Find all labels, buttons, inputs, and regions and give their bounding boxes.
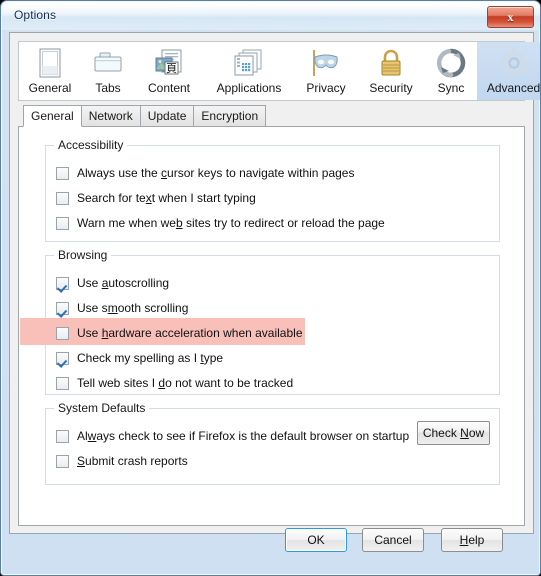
checkbox-label: Always use the cursor keys to navigate w… xyxy=(77,166,355,180)
security-lock-icon xyxy=(371,46,411,80)
category-tab-content[interactable]: 頁 Content xyxy=(135,42,203,100)
applications-icon xyxy=(229,46,269,80)
sync-arrows-icon xyxy=(431,46,471,80)
category-tab-applications[interactable]: Applications xyxy=(203,42,295,100)
checkbox-row[interactable]: Search for text when I start typing xyxy=(56,187,256,209)
svg-text:頁: 頁 xyxy=(166,62,177,75)
checkbox-label: Use smooth scrolling xyxy=(77,301,189,315)
checkbox-label: Search for text when I start typing xyxy=(77,191,256,205)
category-toolbar: General Tabs 頁 Content Applications Privacy Se… xyxy=(18,41,540,101)
checkbox-icon[interactable] xyxy=(56,429,69,443)
help-button-label: Help xyxy=(459,533,485,547)
cancel-button-label: Cancel xyxy=(374,533,412,547)
close-button[interactable]: x xyxy=(487,6,534,28)
ok-button[interactable]: OK xyxy=(285,528,347,552)
options-dialog-window: Options x General Tabs 頁 Content Application… xyxy=(0,0,541,576)
sub-tab-general[interactable]: General xyxy=(23,105,82,127)
folder-tabs-icon xyxy=(88,46,128,80)
category-tab-label: Tabs xyxy=(95,81,121,95)
category-tab-label: Privacy xyxy=(306,81,346,95)
category-tab-label: Content xyxy=(147,81,191,95)
advanced-general-panel: Accessibility Always use the cursor keys … xyxy=(18,126,525,526)
category-tab-label: Security xyxy=(369,81,413,95)
category-tab-label: Sync xyxy=(437,81,465,95)
checkbox-icon[interactable] xyxy=(56,191,69,205)
group-legend: Browsing xyxy=(54,248,112,262)
check-now-button[interactable]: Check Now xyxy=(417,421,490,445)
help-button[interactable]: Help xyxy=(441,528,503,552)
checkbox-row[interactable]: Use autoscrolling xyxy=(56,272,169,294)
checkbox-label: Check my spelling as I type xyxy=(77,351,224,365)
cancel-button[interactable]: Cancel xyxy=(362,528,424,552)
checkbox-row[interactable]: Use hardware acceleration when available xyxy=(56,322,303,344)
checkbox-icon[interactable] xyxy=(56,166,69,180)
content-page-icon: 頁 xyxy=(149,46,189,80)
check-now-label: Check Now xyxy=(422,426,485,440)
checkbox-icon[interactable] xyxy=(56,351,69,365)
document-page-icon xyxy=(30,46,70,80)
group-legend: Accessibility xyxy=(54,138,128,152)
checkbox-row[interactable]: Warn me when web sites try to redirect o… xyxy=(56,212,385,234)
category-tab-label: Applications xyxy=(216,81,282,95)
category-tab-sync[interactable]: Sync xyxy=(425,42,477,100)
category-tab-general[interactable]: General xyxy=(19,42,81,100)
checkbox-icon[interactable] xyxy=(56,454,69,468)
title-bar: Options x xyxy=(2,2,540,30)
advanced-gear-icon xyxy=(494,46,534,80)
sub-tab-bar: General Network Update Encryption xyxy=(23,105,267,127)
group-system-defaults: System Defaults Always check to see if Fi… xyxy=(45,401,500,485)
checkbox-label: Warn me when web sites try to redirect o… xyxy=(77,216,385,230)
sub-tab-network[interactable]: Network xyxy=(80,105,141,127)
sub-tab-update[interactable]: Update xyxy=(139,105,195,127)
category-tab-privacy[interactable]: Privacy xyxy=(295,42,357,100)
dialog-pane: General Tabs 頁 Content Applications Privacy Se… xyxy=(9,32,540,552)
checkbox-row[interactable]: Tell web sites I do not want to be track… xyxy=(56,372,293,394)
privacy-mask-icon xyxy=(306,46,346,80)
category-tab-label: Advanced xyxy=(486,81,541,95)
sub-tab-encryption[interactable]: Encryption xyxy=(193,105,267,127)
checkbox-row[interactable]: Submit crash reports xyxy=(56,450,188,472)
checkbox-row[interactable]: Use smooth scrolling xyxy=(56,297,188,319)
checkbox-icon[interactable] xyxy=(56,326,69,340)
category-tab-label: General xyxy=(28,81,72,95)
group-browsing: Browsing Use autoscrolling Use smooth scro… xyxy=(20,248,500,395)
checkbox-row[interactable]: Always use the cursor keys to navigate w… xyxy=(56,162,354,184)
checkbox-label: Always check to see if Firefox is the de… xyxy=(77,429,410,443)
checkbox-icon[interactable] xyxy=(56,301,69,315)
category-tab-advanced[interactable]: Advanced xyxy=(477,42,541,100)
checkbox-label: Use autoscrolling xyxy=(77,276,170,290)
checkbox-row[interactable]: Check my spelling as I type xyxy=(56,347,223,369)
checkbox-label: Tell web sites I do not want to be track… xyxy=(77,376,294,390)
group-legend: System Defaults xyxy=(54,401,150,415)
checkbox-label: Submit crash reports xyxy=(77,454,188,468)
checkbox-icon[interactable] xyxy=(56,276,69,290)
category-tab-security[interactable]: Security xyxy=(357,42,425,100)
close-icon: x xyxy=(507,9,514,24)
category-tab-tabs[interactable]: Tabs xyxy=(81,42,135,100)
ok-button-label: OK xyxy=(307,533,325,547)
checkbox-icon[interactable] xyxy=(56,376,69,390)
checkbox-label: Use hardware acceleration when available xyxy=(77,326,303,340)
window-title: Options xyxy=(14,8,57,22)
checkbox-icon[interactable] xyxy=(56,216,69,230)
checkbox-row[interactable]: Always check to see if Firefox is the de… xyxy=(56,425,409,447)
group-accessibility: Accessibility Always use the cursor keys … xyxy=(45,138,500,242)
